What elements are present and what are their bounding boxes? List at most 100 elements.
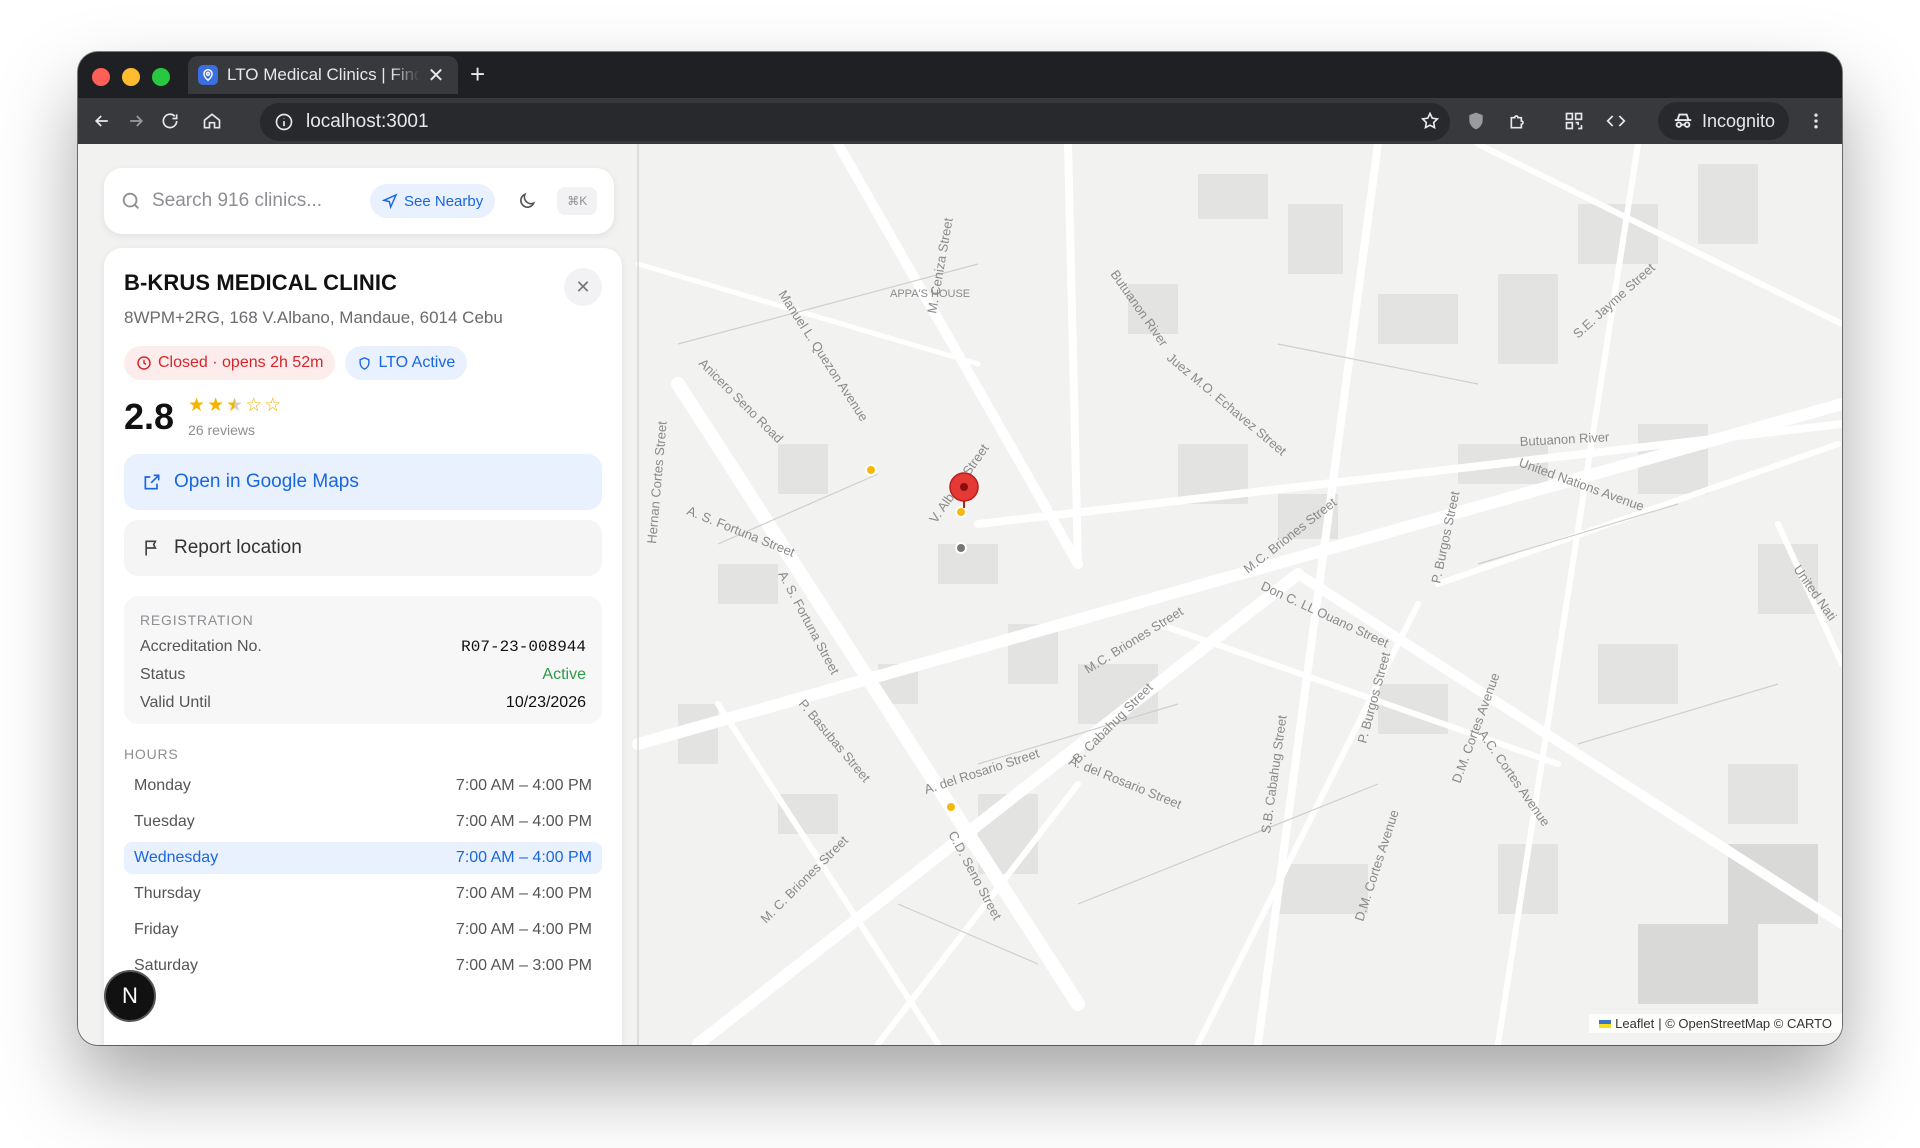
registration-row: Valid Until 10/23/2026 bbox=[140, 694, 586, 712]
lto-badge: LTO Active bbox=[345, 346, 468, 380]
hours-time: 7:00 AM – 4:00 PM bbox=[455, 885, 592, 902]
hours-day: Saturday bbox=[134, 957, 199, 974]
hours-time: 7:00 AM – 4:00 PM bbox=[455, 777, 592, 794]
hours-row: Friday 7:00 AM – 4:00 PM bbox=[124, 914, 602, 946]
dark-mode-toggle[interactable] bbox=[509, 183, 545, 219]
clock-icon bbox=[137, 356, 151, 370]
hours-day: Tuesday bbox=[134, 813, 195, 830]
user-avatar[interactable]: N bbox=[104, 970, 156, 1022]
open-google-maps-label: Open in Google Maps bbox=[174, 471, 359, 492]
review-count: 26 reviews bbox=[188, 422, 255, 438]
star-full-icon: ★ bbox=[207, 395, 225, 416]
registration-section: REGISTRATION Accreditation No. R07-23-00… bbox=[124, 596, 602, 724]
keyboard-shortcut-badge: ⌘K bbox=[557, 187, 598, 215]
report-location-label: Report location bbox=[174, 537, 302, 558]
hours-time: 7:00 AM – 3:00 PM bbox=[455, 957, 592, 974]
star-empty-icon: ☆ bbox=[264, 395, 282, 416]
hours-row: Monday 7:00 AM – 4:00 PM bbox=[124, 770, 602, 802]
incognito-indicator[interactable]: Incognito bbox=[1658, 102, 1790, 140]
close-panel-button[interactable]: ✕ bbox=[564, 268, 602, 306]
hours-day: Friday bbox=[134, 921, 179, 938]
close-window-button[interactable] bbox=[92, 68, 110, 86]
hours-row: Saturday 7:00 AM – 3:00 PM bbox=[124, 950, 602, 982]
forward-arrow-icon[interactable] bbox=[124, 109, 148, 133]
rating-value: 2.8 bbox=[124, 396, 175, 437]
clinic-marker[interactable] bbox=[945, 801, 957, 813]
poi-label: APPA'S HOUSE bbox=[890, 288, 970, 300]
open-google-maps-button[interactable]: Open in Google Maps bbox=[124, 454, 602, 510]
star-empty-icon: ☆ bbox=[245, 395, 263, 416]
hours-heading: HOURS bbox=[124, 746, 179, 762]
see-nearby-label: See Nearby bbox=[404, 192, 484, 210]
lto-badge-text: LTO Active bbox=[378, 354, 456, 371]
registration-label: Status bbox=[140, 666, 186, 683]
reload-icon[interactable] bbox=[158, 109, 182, 133]
map-attribution: Leaflet | © OpenStreetMap © CARTO bbox=[1589, 1014, 1842, 1033]
hours-row: Tuesday 7:00 AM – 4:00 PM bbox=[124, 806, 602, 838]
browser-toolbar: localhost:3001 Incognito bbox=[78, 98, 1842, 144]
tab-close-icon[interactable]: ✕ bbox=[424, 63, 448, 88]
clinic-address: 8WPM+2RG, 168 V.Albano, Mandaue, 6014 Ce… bbox=[124, 308, 503, 327]
devtools-code-icon[interactable] bbox=[1604, 109, 1628, 133]
address-bar[interactable]: localhost:3001 bbox=[260, 103, 1450, 141]
hours-time: 7:00 AM – 4:00 PM bbox=[455, 849, 592, 866]
tab-active[interactable]: LTO Medical Clinics | Find ✕ bbox=[188, 56, 458, 94]
extensions-puzzle-icon[interactable] bbox=[1506, 109, 1530, 133]
registration-status: Active bbox=[542, 666, 586, 683]
moon-icon bbox=[520, 192, 536, 208]
hours-day: Thursday bbox=[134, 885, 201, 902]
incognito-label: Incognito bbox=[1702, 110, 1776, 131]
new-tab-button[interactable]: + bbox=[470, 61, 485, 87]
location-pin-icon bbox=[198, 65, 218, 85]
home-icon[interactable] bbox=[200, 109, 224, 133]
clinic-marker[interactable] bbox=[955, 506, 967, 518]
hours-list: Monday 7:00 AM – 4:00 PM Tuesday 7:00 AM… bbox=[124, 770, 602, 982]
minimize-window-button[interactable] bbox=[122, 68, 140, 86]
see-nearby-button[interactable]: See Nearby bbox=[370, 184, 496, 218]
bookmark-star-icon[interactable] bbox=[1418, 109, 1442, 133]
search-input[interactable] bbox=[152, 190, 362, 212]
tab-title: LTO Medical Clinics | Find bbox=[227, 65, 420, 84]
star-full-icon: ★ bbox=[188, 395, 206, 416]
url-text: localhost:3001 bbox=[306, 111, 429, 132]
rating: 2.8 ★ ★ ★ ☆ ☆ 26 reviews bbox=[124, 396, 602, 439]
registration-label: Accreditation No. bbox=[140, 638, 262, 655]
close-icon: ✕ bbox=[575, 276, 591, 297]
registration-heading: REGISTRATION bbox=[140, 612, 254, 628]
ukraine-flag-icon bbox=[1599, 1019, 1612, 1028]
search-bar: See Nearby ⌘K bbox=[104, 168, 614, 234]
shield-icon bbox=[359, 356, 370, 370]
clinic-detail-panel: ✕ B-KRUS MEDICAL CLINIC 8WPM+2RG, 168 V.… bbox=[104, 248, 622, 1045]
hours-time: 7:00 AM – 4:00 PM bbox=[455, 921, 592, 938]
qr-code-icon[interactable] bbox=[1562, 109, 1586, 133]
clinic-marker[interactable] bbox=[865, 464, 877, 476]
flag-icon bbox=[145, 540, 157, 556]
report-location-button[interactable]: Report location bbox=[124, 520, 602, 576]
registration-row: Status Active bbox=[140, 666, 586, 684]
more-menu-icon[interactable] bbox=[1804, 109, 1828, 133]
page-viewport: A. S. Fortuna Street A. S. Fortuna Stree… bbox=[78, 144, 1842, 1045]
navigation-arrow-icon bbox=[382, 193, 398, 209]
accreditation-number: R07-23-008944 bbox=[461, 638, 586, 656]
zoom-window-button[interactable] bbox=[152, 68, 170, 86]
registration-row: Accreditation No. R07-23-008944 bbox=[140, 638, 586, 656]
back-arrow-icon[interactable] bbox=[90, 109, 114, 133]
leaflet-link[interactable]: Leaflet bbox=[1615, 1016, 1654, 1031]
shield-extension-icon[interactable] bbox=[1464, 109, 1488, 133]
hours-time: 7:00 AM – 4:00 PM bbox=[455, 813, 592, 830]
status-badge: Closed · opens 2h 52m bbox=[124, 346, 336, 380]
valid-until-date: 10/23/2026 bbox=[505, 694, 586, 711]
star-rating: ★ ★ ★ ☆ ☆ bbox=[188, 396, 281, 416]
hours-row-today: Wednesday 7:00 AM – 4:00 PM bbox=[124, 842, 602, 874]
clinic-name: B-KRUS MEDICAL CLINIC bbox=[124, 270, 398, 295]
incognito-icon bbox=[1674, 113, 1692, 128]
tab-bar: LTO Medical Clinics | Find ✕ + bbox=[78, 52, 1842, 98]
info-icon[interactable] bbox=[274, 112, 294, 132]
external-link-icon bbox=[144, 474, 160, 490]
registration-label: Valid Until bbox=[140, 694, 211, 711]
status-text: Closed · opens 2h 52m bbox=[158, 354, 324, 371]
clinic-marker[interactable] bbox=[955, 542, 967, 554]
star-half-icon: ★ bbox=[226, 395, 244, 416]
attribution-text[interactable]: | © OpenStreetMap © CARTO bbox=[1658, 1016, 1832, 1031]
browser-window: LTO Medical Clinics | Find ✕ + localhost… bbox=[78, 52, 1842, 1045]
